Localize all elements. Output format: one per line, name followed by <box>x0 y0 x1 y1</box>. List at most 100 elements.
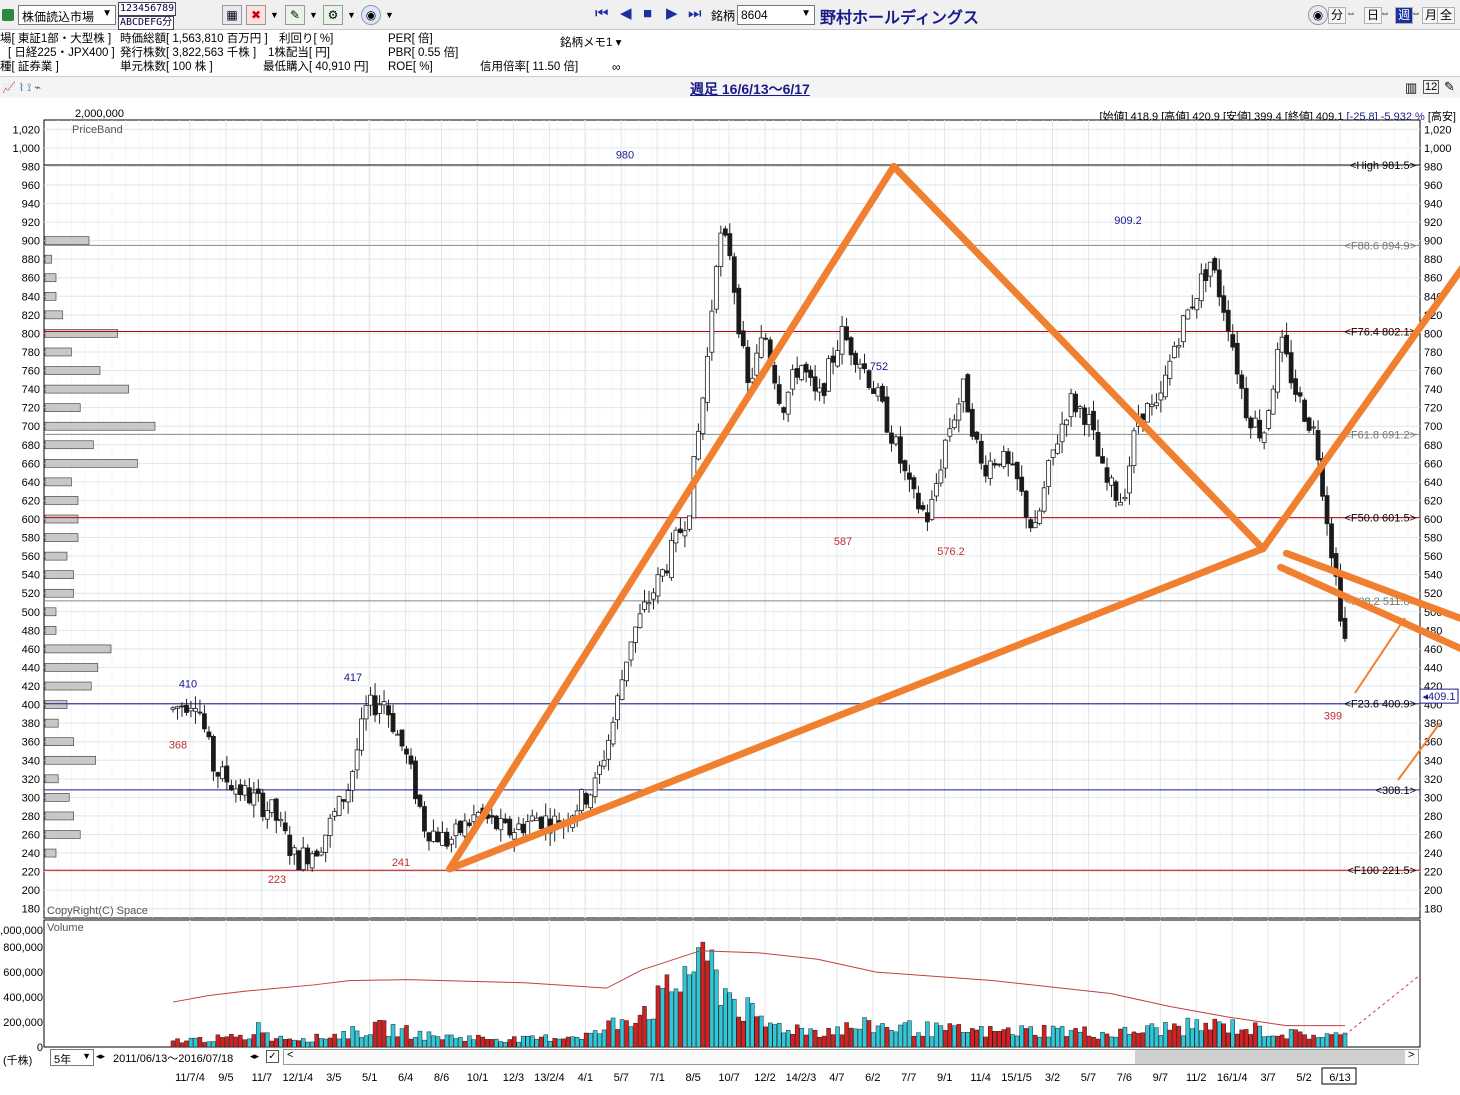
y-tick-label-right: 320 <box>1424 774 1442 786</box>
volume-bar <box>592 1030 598 1048</box>
volume-bar <box>925 1021 930 1048</box>
volume-bar <box>651 1018 656 1048</box>
candle-body <box>1342 617 1348 639</box>
candle-body <box>1100 456 1105 464</box>
price-band-bar <box>44 440 94 450</box>
x-tick-label: 11/7/4 <box>175 1072 205 1084</box>
candle-body <box>1118 501 1123 506</box>
volume-bar <box>1095 1038 1101 1048</box>
candle-body <box>884 396 890 433</box>
volume-bar <box>1010 1034 1015 1048</box>
volume-bar <box>947 1023 953 1048</box>
candle-body <box>260 792 266 817</box>
candle-body <box>758 337 764 358</box>
y-tick-label-right: 340 <box>1424 755 1442 767</box>
y-tick-label: 180 <box>22 904 40 916</box>
candle-body <box>1001 450 1007 468</box>
volume-bar <box>871 1032 876 1048</box>
candle-body <box>669 540 674 578</box>
volume-bar <box>521 1035 526 1048</box>
candle-body <box>1171 345 1177 359</box>
y-tick-label: 360 <box>22 737 40 749</box>
reference-label: <F50.0 601.5> <box>1344 513 1416 525</box>
volume-bar <box>1185 1017 1191 1048</box>
candle-body <box>1154 402 1159 407</box>
volume-bar <box>772 1024 777 1048</box>
volume-bar <box>741 1020 746 1048</box>
volume-bar <box>543 1034 548 1048</box>
x-tick-label: 6/13 <box>1329 1072 1350 1084</box>
candle-body <box>327 817 333 837</box>
volume-bar <box>696 947 701 1048</box>
volume-bar <box>1014 1035 1020 1048</box>
period-select[interactable]: 5年 ▼ <box>50 1049 94 1066</box>
candle-body <box>215 772 221 777</box>
volume-bar <box>467 1035 472 1048</box>
last-price-value: ◂409.1 <box>1422 691 1455 703</box>
volume-bar <box>247 1038 252 1048</box>
step-arrows-icon[interactable]: ◂▸ <box>96 1051 105 1062</box>
candle-body <box>947 428 953 437</box>
candle-body <box>1180 315 1186 343</box>
scroll-left-icon[interactable]: < <box>287 1049 293 1061</box>
x-tick-label: 12/3 <box>503 1072 524 1084</box>
volume-bar <box>732 998 737 1048</box>
volume-bar <box>1077 1031 1083 1048</box>
candle-body <box>1302 399 1307 422</box>
scroll-right-icon[interactable]: > <box>1408 1049 1414 1061</box>
candle-body <box>592 777 598 798</box>
x-tick-label: 11/4 <box>970 1072 991 1084</box>
y-tick-label-right: 960 <box>1424 180 1442 192</box>
volume-bar <box>790 1034 795 1048</box>
candle-body <box>1086 414 1092 426</box>
reference-label: <F23.6 400.9> <box>1344 699 1416 711</box>
candle-body <box>529 815 535 822</box>
price-band-bar <box>44 310 63 320</box>
volume-bar <box>727 992 733 1048</box>
volume-bar <box>283 1039 288 1048</box>
candle-body <box>242 785 248 796</box>
panel-label-priceband: PriceBand <box>72 124 123 136</box>
volume-bar <box>1306 1038 1312 1048</box>
volume-bar <box>1199 1030 1204 1048</box>
volume-bar <box>835 1026 840 1048</box>
candle-body <box>817 387 823 393</box>
volume-bar <box>1257 1025 1262 1048</box>
price-band-bar <box>44 254 52 264</box>
candle-body <box>511 832 517 840</box>
y-tick-label: 680 <box>22 440 40 452</box>
volume-bar <box>1315 1037 1321 1048</box>
candle-body <box>673 529 679 544</box>
candle-body <box>1122 496 1128 500</box>
volume-bar <box>875 1025 881 1048</box>
volume-bar <box>350 1026 355 1048</box>
volume-bar <box>1311 1034 1316 1048</box>
y-tick-label-right: 940 <box>1424 199 1442 211</box>
x-tick-label: 5/1 <box>362 1072 377 1084</box>
y-tick-label: 300 <box>22 792 40 804</box>
candle-body <box>974 431 980 440</box>
candle-body <box>1028 519 1034 529</box>
volume-bar <box>1037 1036 1042 1048</box>
y-tick-label-right: 600 <box>1424 514 1442 526</box>
x-tick-label: 14/2/3 <box>786 1072 817 1084</box>
volume-bar <box>1001 1029 1006 1048</box>
candle-body <box>1261 432 1267 443</box>
candle-body <box>933 483 939 497</box>
step-arrows-icon[interactable]: ◂▸ <box>250 1051 259 1062</box>
candle-body <box>323 834 329 853</box>
price-band-bar <box>44 848 57 858</box>
candle-body <box>1046 460 1052 487</box>
candle-body <box>1203 269 1209 282</box>
x-tick-label: 15/1/5 <box>1001 1072 1032 1084</box>
volume-bar <box>345 1038 351 1048</box>
candle-body <box>1167 360 1173 379</box>
volume-bar <box>1055 1027 1060 1048</box>
checkbox[interactable]: ✓ <box>266 1050 279 1063</box>
volume-bar <box>902 1022 908 1048</box>
volume-bar <box>417 1030 423 1048</box>
volume-bar <box>1279 1034 1285 1048</box>
pivot-label: 576.2 <box>937 546 965 558</box>
scrollbar-thumb[interactable] <box>1135 1050 1405 1064</box>
x-tick-label: 10/1 <box>467 1072 488 1084</box>
